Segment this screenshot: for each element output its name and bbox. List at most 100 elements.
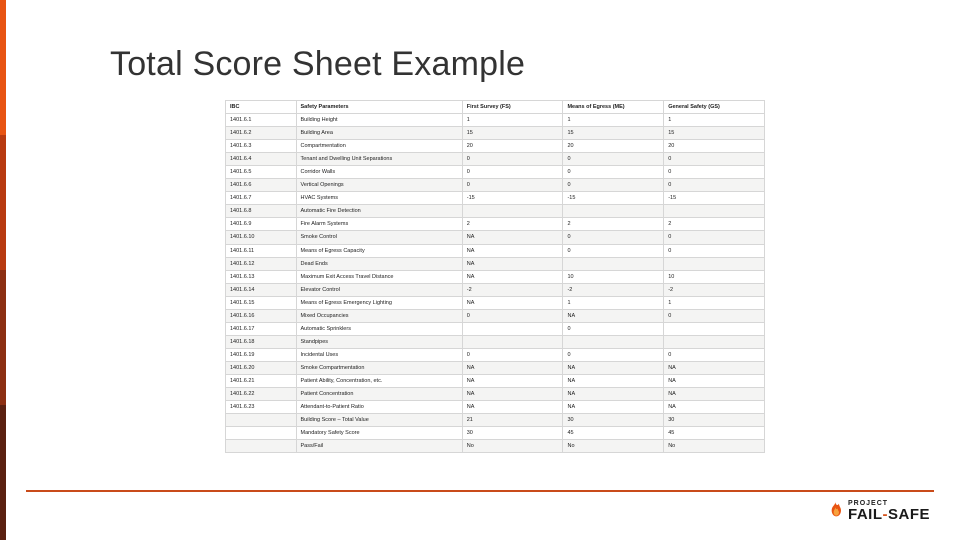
cell-ibc	[226, 440, 297, 453]
cell-ibc: 1401.6.22	[226, 388, 297, 401]
table-row: 1401.6.7HVAC Systems-15-15-15	[226, 192, 765, 205]
cell-fs	[462, 322, 563, 335]
cell-fs: 1	[462, 114, 563, 127]
cell-param: Fire Alarm Systems	[296, 218, 462, 231]
table-row: 1401.6.8Automatic Fire Detection	[226, 205, 765, 218]
cell-fs: -15	[462, 192, 563, 205]
table-row: 1401.6.5Corridor Walls000	[226, 166, 765, 179]
cell-gs: 0	[664, 179, 765, 192]
cell-ibc: 1401.6.5	[226, 166, 297, 179]
cell-gs: NA	[664, 361, 765, 374]
table-row: 1401.6.16Mixed Occupancies0NA0	[226, 309, 765, 322]
cell-gs	[664, 322, 765, 335]
cell-me: No	[563, 440, 664, 453]
summary-row: Mandatory Safety Score304545	[226, 427, 765, 440]
cell-param: Patient Concentration	[296, 388, 462, 401]
cell-me: NA	[563, 309, 664, 322]
cell-me: 30	[563, 414, 664, 427]
table-row: 1401.6.6Vertical Openings000	[226, 179, 765, 192]
cell-me: 20	[563, 140, 664, 153]
cell-param: Mandatory Safety Score	[296, 427, 462, 440]
cell-ibc: 1401.6.16	[226, 309, 297, 322]
cell-ibc	[226, 414, 297, 427]
cell-me	[563, 257, 664, 270]
cell-me: 2	[563, 218, 664, 231]
cell-ibc: 1401.6.9	[226, 218, 297, 231]
cell-ibc: 1401.6.19	[226, 348, 297, 361]
cell-param: Automatic Sprinklers	[296, 322, 462, 335]
cell-me: 15	[563, 127, 664, 140]
cell-fs: 0	[462, 153, 563, 166]
cell-fs: NA	[462, 231, 563, 244]
cell-me: 0	[563, 244, 664, 257]
cell-ibc: 1401.6.23	[226, 401, 297, 414]
table-row: 1401.6.21Patient Ability, Concentration,…	[226, 374, 765, 387]
logo-main-text: FAIL-SAFE	[848, 507, 930, 522]
cell-param: HVAC Systems	[296, 192, 462, 205]
accent-bars	[0, 0, 10, 540]
cell-me: 1	[563, 114, 664, 127]
cell-me: 0	[563, 153, 664, 166]
flame-icon	[827, 501, 843, 521]
cell-gs: NA	[664, 388, 765, 401]
cell-fs: NA	[462, 401, 563, 414]
cell-ibc: 1401.6.11	[226, 244, 297, 257]
cell-gs	[664, 257, 765, 270]
table-row: 1401.6.2Building Area151515	[226, 127, 765, 140]
cell-gs: 0	[664, 348, 765, 361]
col-params: Safety Parameters	[296, 101, 462, 114]
cell-gs: -15	[664, 192, 765, 205]
table-row: 1401.6.23Attendant-to-Patient RatioNANAN…	[226, 401, 765, 414]
summary-row: Building Score – Total Value213030	[226, 414, 765, 427]
cell-param: Incidental Uses	[296, 348, 462, 361]
cell-fs: 2	[462, 218, 563, 231]
table-row: 1401.6.10Smoke ControlNA00	[226, 231, 765, 244]
cell-ibc: 1401.6.13	[226, 270, 297, 283]
table-row: 1401.6.3Compartmentation202020	[226, 140, 765, 153]
score-table: IBC Safety Parameters First Survey (FS) …	[225, 100, 765, 453]
table-row: 1401.6.1Building Height111	[226, 114, 765, 127]
cell-gs: 1	[664, 296, 765, 309]
cell-gs	[664, 205, 765, 218]
cell-me: 0	[563, 231, 664, 244]
cell-fs: 15	[462, 127, 563, 140]
table-header-row: IBC Safety Parameters First Survey (FS) …	[226, 101, 765, 114]
col-me: Means of Egress (ME)	[563, 101, 664, 114]
cell-me: 0	[563, 348, 664, 361]
cell-param: Automatic Fire Detection	[296, 205, 462, 218]
cell-fs: NA	[462, 388, 563, 401]
cell-fs: 0	[462, 166, 563, 179]
cell-ibc: 1401.6.10	[226, 231, 297, 244]
cell-gs: 0	[664, 309, 765, 322]
project-failsafe-logo: PROJECT FAIL-SAFE	[827, 500, 930, 522]
cell-ibc: 1401.6.7	[226, 192, 297, 205]
cell-ibc: 1401.6.8	[226, 205, 297, 218]
page-title: Total Score Sheet Example	[110, 45, 525, 84]
col-gs: General Safety (GS)	[664, 101, 765, 114]
cell-fs: 30	[462, 427, 563, 440]
cell-me: 10	[563, 270, 664, 283]
table-row: 1401.6.20Smoke CompartmentationNANANA	[226, 361, 765, 374]
cell-gs: 15	[664, 127, 765, 140]
table-row: 1401.6.4Tenant and Dwelling Unit Separat…	[226, 153, 765, 166]
cell-ibc: 1401.6.18	[226, 335, 297, 348]
cell-me: NA	[563, 361, 664, 374]
cell-param: Mixed Occupancies	[296, 309, 462, 322]
cell-param: Vertical Openings	[296, 179, 462, 192]
cell-ibc: 1401.6.21	[226, 374, 297, 387]
cell-gs: 20	[664, 140, 765, 153]
cell-param: Tenant and Dwelling Unit Separations	[296, 153, 462, 166]
cell-ibc: 1401.6.3	[226, 140, 297, 153]
cell-ibc	[226, 427, 297, 440]
cell-fs: No	[462, 440, 563, 453]
cell-param: Attendant-to-Patient Ratio	[296, 401, 462, 414]
cell-gs: 0	[664, 231, 765, 244]
cell-param: Smoke Compartmentation	[296, 361, 462, 374]
table-row: 1401.6.14Elevator Control-2-2-2	[226, 283, 765, 296]
cell-ibc: 1401.6.14	[226, 283, 297, 296]
cell-gs: 10	[664, 270, 765, 283]
cell-gs: NA	[664, 374, 765, 387]
cell-fs	[462, 335, 563, 348]
cell-param: Building Height	[296, 114, 462, 127]
table-row: 1401.6.12Dead EndsNA	[226, 257, 765, 270]
